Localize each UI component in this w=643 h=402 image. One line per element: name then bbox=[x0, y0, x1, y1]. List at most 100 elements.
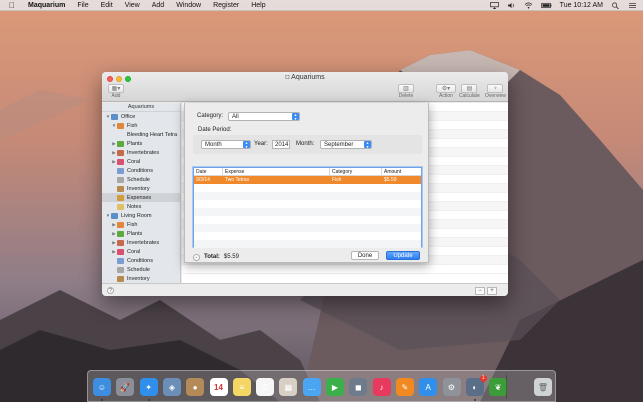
sidebar-item[interactable]: ▶ Invertebrates bbox=[102, 148, 180, 157]
menu-help[interactable]: Help bbox=[251, 2, 265, 9]
contacts-icon[interactable]: ● bbox=[186, 378, 205, 396]
running-indicator bbox=[147, 399, 150, 401]
sidebar-item[interactable]: Conditions bbox=[102, 256, 180, 265]
messages-icon[interactable]: … bbox=[302, 378, 321, 396]
menu-add[interactable]: Add bbox=[152, 2, 164, 9]
leaf-icon[interactable]: ❦ bbox=[489, 378, 508, 396]
calculate-button[interactable]: ▤ Calculate bbox=[459, 84, 480, 100]
volume-icon[interactable] bbox=[507, 2, 516, 9]
sidebar-item[interactable]: Conditions bbox=[102, 166, 180, 175]
calendar-icon[interactable]: 14 bbox=[209, 378, 228, 396]
sidebar-item[interactable]: ▼ Office bbox=[102, 112, 180, 121]
cell-category: Fish bbox=[332, 177, 342, 183]
money-icon bbox=[117, 194, 124, 201]
add-item-button[interactable]: + bbox=[487, 287, 497, 295]
wifi-icon[interactable] bbox=[524, 2, 533, 9]
col-amount-header[interactable]: Amount bbox=[382, 168, 421, 175]
running-indicator bbox=[101, 399, 103, 401]
safari-icon[interactable]: ✦ bbox=[139, 378, 158, 396]
empty-row bbox=[194, 208, 421, 216]
delete-button[interactable]: ▥ Delete bbox=[398, 84, 414, 100]
ibooks-icon[interactable]: ✎ bbox=[395, 378, 414, 396]
itunes-icon[interactable]: ♪ bbox=[372, 378, 391, 396]
system-preferences-icon[interactable]: ⚙ bbox=[442, 378, 461, 396]
dock-glyph: ◼ bbox=[354, 382, 362, 392]
spotlight-icon[interactable] bbox=[611, 2, 620, 9]
menu-file[interactable]: File bbox=[77, 2, 88, 9]
launchpad-icon[interactable]: 🚀 bbox=[116, 378, 135, 396]
month-popup[interactable]: September ▴ ▾ bbox=[320, 140, 372, 149]
shrimp-icon bbox=[117, 239, 124, 246]
add-button[interactable]: ▦▾ Add bbox=[108, 84, 124, 100]
maquarium-icon[interactable]: ◐ 1 bbox=[465, 375, 487, 396]
sidebar-item[interactable]: Expenses bbox=[102, 193, 180, 202]
disclosure-up-icon[interactable]: ^ bbox=[193, 253, 200, 261]
menu-app-name[interactable]: Maquarium bbox=[28, 2, 65, 9]
preview-icon[interactable]: ◈ bbox=[162, 378, 181, 396]
menu-window[interactable]: Window bbox=[176, 2, 201, 9]
shrimp-icon bbox=[117, 149, 124, 156]
battery-icon[interactable] bbox=[541, 2, 552, 9]
overview-button[interactable]: ♆ Overview bbox=[485, 84, 506, 100]
date-period-box: Month ▴ ▾ Year: 2014 Month: September ▴ ▾ bbox=[193, 135, 422, 154]
gear-icon: ⚙▾ bbox=[441, 86, 451, 92]
menu-edit[interactable]: Edit bbox=[101, 2, 113, 9]
apple-icon[interactable]:  bbox=[9, 1, 19, 10]
reminders-icon[interactable]: ☰ bbox=[256, 378, 275, 396]
col-date-header[interactable]: Date bbox=[194, 168, 223, 175]
window-titlebar: ◘ Aquariums ▦▾ Add ▥ Delete ⚙▾ Action ▤ … bbox=[102, 72, 508, 102]
sidebar-item[interactable]: ▶ Fish bbox=[102, 220, 180, 229]
sidebar-item[interactable]: Notes bbox=[102, 202, 180, 211]
facetime-icon[interactable]: ▶ bbox=[326, 378, 344, 396]
sidebar-item[interactable]: ▶ Plants bbox=[102, 229, 180, 238]
year-field[interactable]: 2014 bbox=[272, 140, 290, 149]
sidebar-item[interactable]: Schedule bbox=[102, 265, 180, 274]
sidebar-item[interactable]: Inventory bbox=[102, 184, 180, 193]
airplay-icon[interactable] bbox=[489, 2, 499, 9]
expenses-table[interactable]: Date Expense Category Amount 9/3/14 Two … bbox=[193, 167, 422, 248]
finder-icon[interactable]: ☺ bbox=[93, 378, 111, 396]
sidebar-item[interactable]: Bleeding Heart Tetra bbox=[102, 130, 180, 139]
sidebar-item[interactable]: ▶ Coral bbox=[102, 247, 180, 256]
menu-view[interactable]: View bbox=[125, 2, 140, 9]
notification-center-icon[interactable] bbox=[628, 2, 637, 9]
trash-icon[interactable]: 🗑 bbox=[534, 378, 552, 396]
remove-button[interactable]: − bbox=[475, 287, 485, 295]
sidebar-item[interactable]: Schedule bbox=[102, 175, 180, 184]
sidebar-item-label: Living Room bbox=[121, 212, 152, 219]
coral-icon bbox=[117, 248, 124, 255]
update-button[interactable]: Update bbox=[386, 251, 420, 260]
menu-register[interactable]: Register bbox=[213, 2, 239, 9]
sidebar-item[interactable]: ▶ Coral bbox=[102, 157, 180, 166]
done-button[interactable]: Done bbox=[351, 251, 379, 260]
photos-icon[interactable]: ▦ bbox=[279, 378, 298, 396]
col-expense-header[interactable]: Expense bbox=[223, 168, 330, 175]
list-row bbox=[182, 265, 508, 274]
action-button[interactable]: ⚙▾ Action bbox=[436, 84, 456, 100]
notes-icon[interactable]: ≡ bbox=[232, 378, 251, 396]
notification-badge: 1 bbox=[479, 375, 487, 382]
table-header: Date Expense Category Amount bbox=[194, 168, 421, 176]
col-category-header[interactable]: Category bbox=[330, 168, 382, 175]
table-row[interactable]: 9/3/14 Two Tetras Fish $5.59 bbox=[194, 176, 421, 184]
overview-label: Overview bbox=[485, 93, 506, 99]
running-indicator bbox=[473, 399, 476, 401]
period-popup[interactable]: Month ▴ ▾ bbox=[201, 140, 251, 149]
menu-clock[interactable]: Tue 10:12 AM bbox=[560, 2, 603, 9]
sidebar-item-label: Invertebrates bbox=[127, 239, 160, 246]
sidebar-item[interactable]: Inventory bbox=[102, 274, 180, 283]
dock-glyph: ❦ bbox=[494, 382, 502, 392]
app-store-icon[interactable]: A bbox=[419, 378, 438, 396]
help-button[interactable]: ? bbox=[107, 287, 114, 294]
tank-icon bbox=[111, 212, 118, 219]
photo-booth-icon[interactable]: ◼ bbox=[349, 378, 368, 396]
category-popup[interactable]: All ▴ ▾ bbox=[228, 112, 300, 121]
notes-icon bbox=[117, 203, 124, 210]
sidebar-item[interactable]: ▼ Living Room bbox=[102, 211, 180, 220]
sidebar-item[interactable]: ▶ Plants bbox=[102, 139, 180, 148]
empty-row bbox=[194, 192, 421, 200]
sidebar-item[interactable]: ▶ Invertebrates bbox=[102, 238, 180, 247]
sidebar-item[interactable]: ▼ Fish bbox=[102, 121, 180, 130]
sidebar-item-label: Inventory bbox=[127, 185, 150, 192]
dock-glyph: ◈ bbox=[168, 382, 175, 392]
